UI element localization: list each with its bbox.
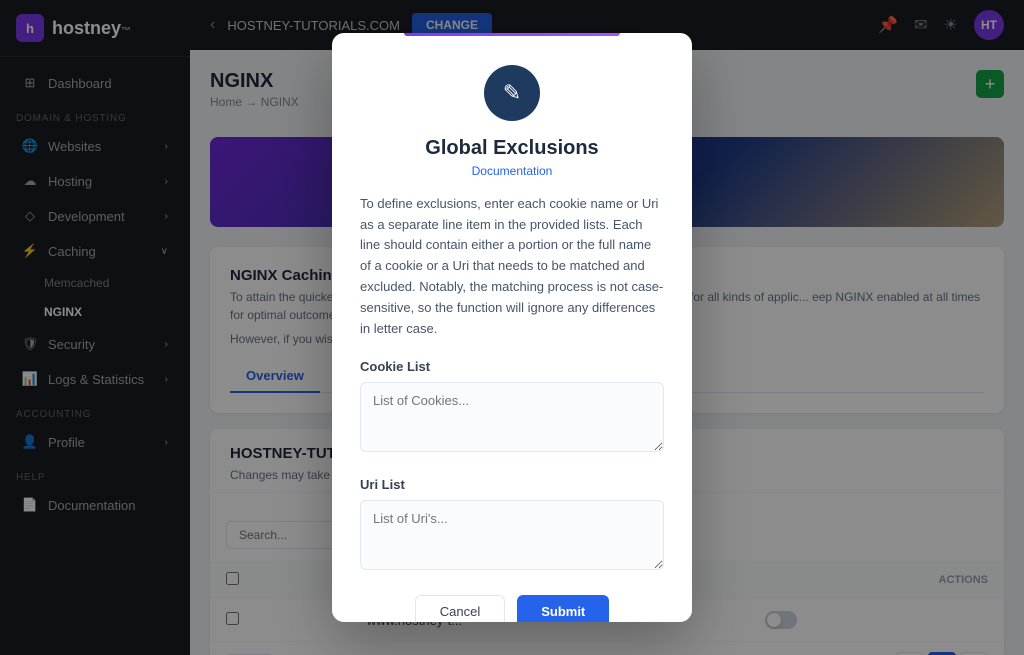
cookie-list-field: Cookie List: [360, 359, 664, 457]
modal-description: To define exclusions, enter each cookie …: [360, 194, 664, 340]
uri-list-field: Uri List: [360, 477, 664, 575]
modal-title: Global Exclusions: [360, 137, 664, 160]
cookie-list-textarea[interactable]: [360, 382, 664, 452]
uri-list-label: Uri List: [360, 477, 664, 492]
modal-icon-wrap: ✎: [360, 65, 664, 121]
submit-button[interactable]: Submit: [517, 595, 609, 622]
cookie-list-label: Cookie List: [360, 359, 664, 374]
uri-list-textarea[interactable]: [360, 500, 664, 570]
modal-doc-link[interactable]: Documentation: [360, 164, 664, 178]
modal-accent-bar: [404, 33, 620, 36]
modal: ✎ Global Exclusions Documentation To def…: [332, 33, 692, 623]
modal-overlay[interactable]: ✎ Global Exclusions Documentation To def…: [0, 0, 1024, 655]
modal-actions: Cancel Submit: [360, 595, 664, 622]
modal-icon: ✎: [484, 65, 540, 121]
pencil-icon: ✎: [503, 80, 521, 106]
cancel-button[interactable]: Cancel: [415, 595, 505, 622]
